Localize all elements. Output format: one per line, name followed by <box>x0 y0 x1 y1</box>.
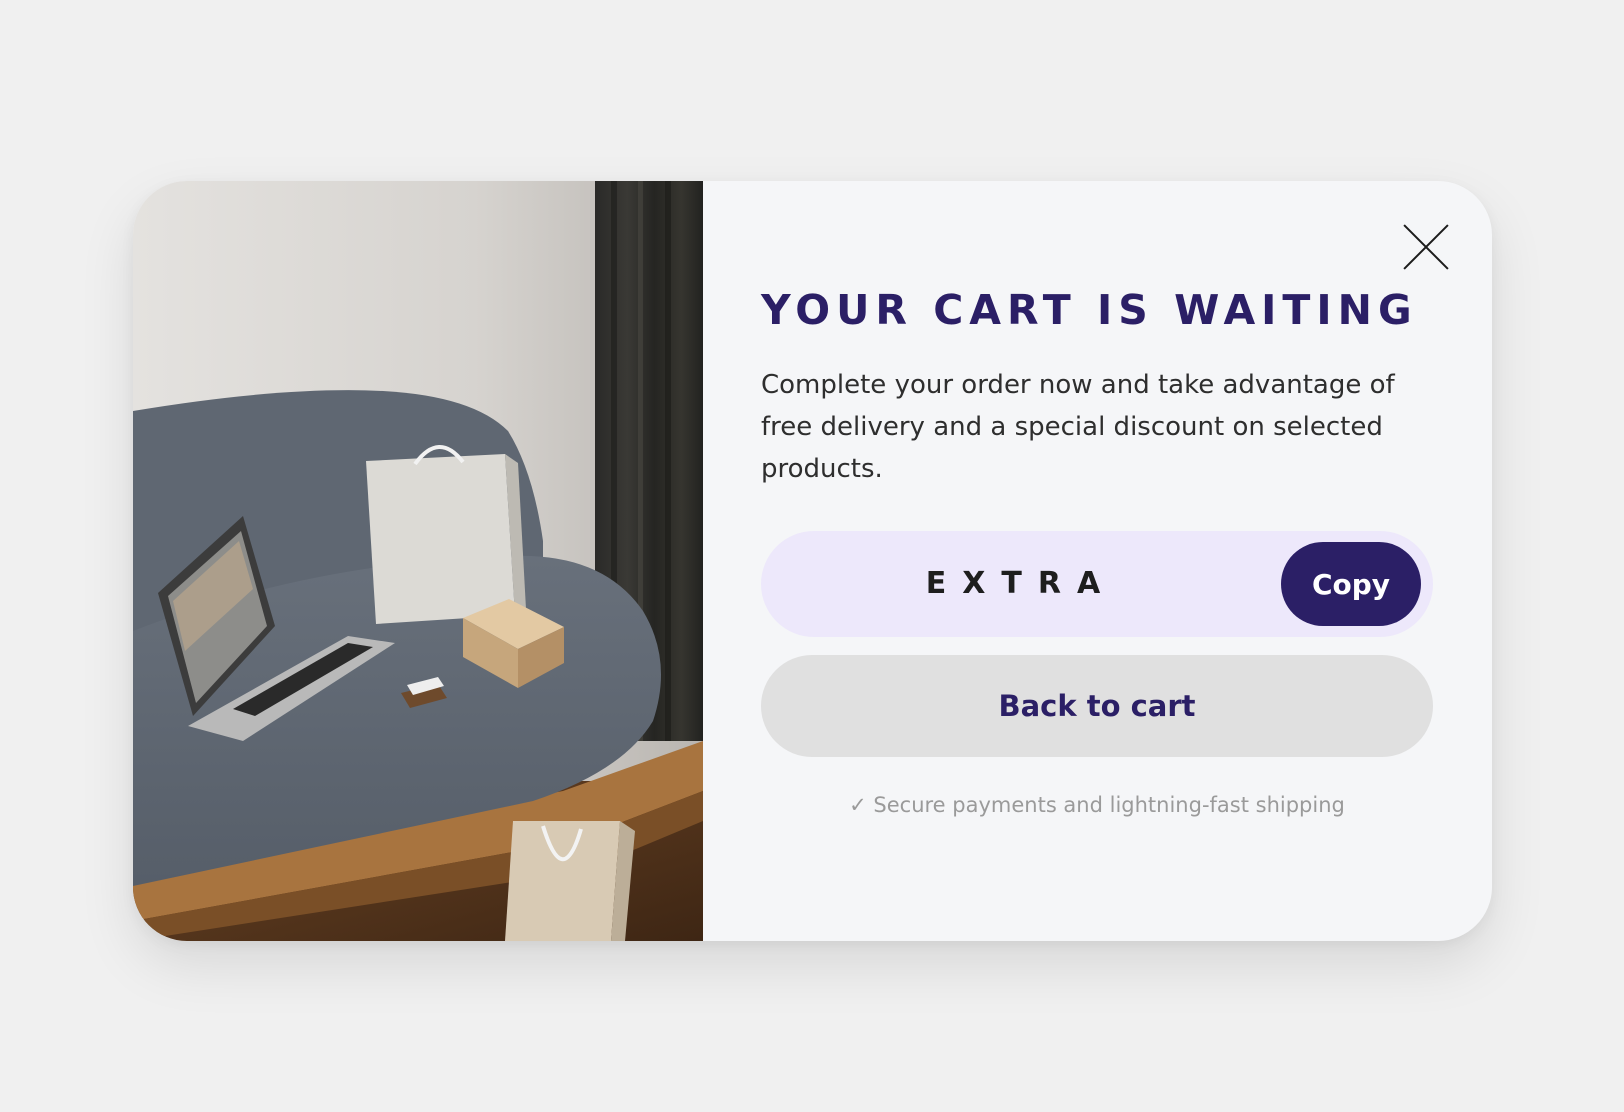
product-photo <box>133 181 703 941</box>
secure-payments-note: ✓ Secure payments and lightning-fast shi… <box>849 793 1345 817</box>
popup-content: YOUR CART IS WAITING Complete your order… <box>703 181 1492 941</box>
discount-code-box: EXTRA Copy <box>761 531 1433 637</box>
close-icon[interactable] <box>1403 224 1449 270</box>
cart-reminder-popup: YOUR CART IS WAITING Complete your order… <box>133 181 1492 941</box>
popup-description: Complete your order now and take advanta… <box>761 370 1395 484</box>
popup-title: YOUR CART IS WAITING <box>761 286 1418 334</box>
back-to-cart-button[interactable]: Back to cart <box>761 655 1433 757</box>
copy-button[interactable]: Copy <box>1281 542 1421 626</box>
discount-code: EXTRA <box>925 566 1117 601</box>
